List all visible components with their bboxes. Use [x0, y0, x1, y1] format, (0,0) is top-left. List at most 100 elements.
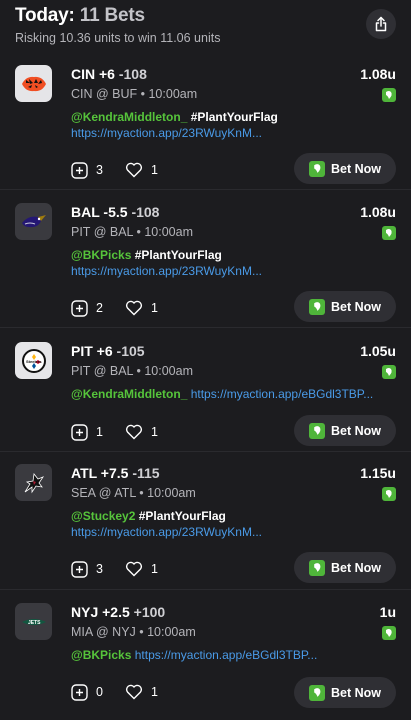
like-count: 1	[150, 163, 158, 177]
hashtag[interactable]: #PlantYourFlag	[191, 110, 278, 124]
like-button[interactable]: 1	[125, 684, 158, 700]
sportsbook-icon	[382, 88, 396, 102]
bet-now-button[interactable]: Bet Now	[294, 552, 396, 583]
odds: -108	[131, 204, 160, 220]
units: 1.08u	[360, 204, 396, 220]
user-mention[interactable]: @Stuckey2	[71, 509, 135, 523]
heart-icon	[125, 684, 142, 700]
bet-count: 11 Bets	[79, 5, 145, 26]
ravens-logo	[15, 203, 52, 240]
add-comment-icon	[71, 299, 88, 317]
comment-button[interactable]: 1	[71, 423, 103, 441]
comment-button[interactable]: 3	[71, 560, 103, 578]
bet-link[interactable]: https://myaction.app/23RWuyKnM...	[71, 126, 262, 140]
add-comment-icon	[71, 161, 88, 179]
bet-actions: 3 1	[71, 161, 180, 179]
bet-now-label: Bet Now	[331, 560, 381, 575]
units: 1u	[379, 604, 396, 620]
pick: CIN +6	[71, 66, 115, 82]
sportsbook-icon	[309, 559, 325, 576]
comment-button[interactable]: 3	[71, 161, 103, 179]
like-count: 1	[150, 685, 158, 699]
steelers-logo: Steelers	[15, 342, 52, 379]
like-button[interactable]: 1	[125, 300, 158, 316]
user-mention[interactable]: @BKPicks	[71, 648, 131, 662]
sportsbook-icon	[382, 626, 396, 640]
bengals-logo	[15, 65, 52, 102]
user-mention[interactable]: @KendraMiddleton_	[71, 110, 187, 124]
bet-card: ATL +7.5 -115 SEA @ ATL • 10:00am 1.15u …	[0, 464, 411, 584]
odds: -115	[132, 465, 160, 481]
pick: ATL +7.5	[71, 465, 129, 481]
bet-link[interactable]: https://myaction.app/23RWuyKnM...	[71, 264, 262, 278]
matchup: SEA @ ATL • 10:00am	[71, 486, 196, 500]
bet-now-label: Bet Now	[331, 161, 381, 176]
share-icon	[375, 16, 387, 32]
pick-line: ATL +7.5 -115	[71, 465, 160, 481]
user-mention[interactable]: @KendraMiddleton_	[71, 387, 187, 401]
units: 1.05u	[360, 343, 396, 359]
comment-count: 0	[96, 685, 103, 699]
user-mention[interactable]: @BKPicks	[71, 248, 131, 262]
heart-icon	[125, 162, 142, 178]
pick: NYJ +2.5	[71, 604, 130, 620]
bet-card: Steelers PIT +6 -105 PIT @ BAL • 10:00am…	[0, 342, 411, 462]
sportsbook-icon	[382, 487, 396, 501]
comment-button[interactable]: 0	[71, 683, 103, 701]
pick-line: BAL -5.5 -108	[71, 204, 159, 220]
bet-note: @BKPicks https://myaction.app/eBGdl3TBP.…	[71, 647, 391, 663]
sportsbook-icon	[309, 160, 325, 177]
bet-now-button[interactable]: Bet Now	[294, 677, 396, 708]
odds: +100	[133, 604, 166, 620]
bet-now-button[interactable]: Bet Now	[294, 415, 396, 446]
bet-link[interactable]: https://myaction.app/eBGdl3TBP...	[135, 648, 318, 662]
heart-icon	[125, 424, 142, 440]
sportsbook-icon	[382, 365, 396, 379]
add-comment-icon	[71, 560, 88, 578]
matchup: PIT @ BAL • 10:00am	[71, 225, 193, 239]
page-title: Today: 11 Bets	[15, 5, 145, 27]
bet-note: @KendraMiddleton_ #PlantYourFlag https:/…	[71, 109, 341, 141]
divider	[0, 451, 411, 452]
bet-card: CIN +6 -108 CIN @ BUF • 10:00am 1.08u @K…	[0, 65, 411, 185]
bet-actions: 0 1	[71, 683, 180, 701]
bet-link[interactable]: https://myaction.app/eBGdl3TBP...	[191, 387, 374, 401]
bet-note: @Stuckey2 #PlantYourFlag https://myactio…	[71, 508, 341, 540]
risk-summary: Risking 10.36 units to win 11.06 units	[15, 31, 221, 45]
divider	[0, 189, 411, 190]
like-button[interactable]: 1	[125, 424, 158, 440]
like-button[interactable]: 1	[125, 162, 158, 178]
add-comment-icon	[71, 683, 88, 701]
bet-actions: 3 1	[71, 560, 180, 578]
pick: PIT +6	[71, 343, 113, 359]
divider	[0, 327, 411, 328]
like-button[interactable]: 1	[125, 561, 158, 577]
sportsbook-icon	[309, 298, 325, 315]
comment-count: 1	[96, 425, 103, 439]
add-comment-icon	[71, 423, 88, 441]
bet-now-button[interactable]: Bet Now	[294, 291, 396, 322]
hashtag[interactable]: #PlantYourFlag	[139, 509, 226, 523]
share-button[interactable]	[366, 9, 396, 39]
comment-count: 3	[96, 163, 103, 177]
jets-logo: JETS	[15, 603, 52, 640]
bet-now-button[interactable]: Bet Now	[294, 153, 396, 184]
bet-link[interactable]: https://myaction.app/23RWuyKnM...	[71, 525, 262, 539]
odds: -105	[116, 343, 145, 359]
hashtag[interactable]: #PlantYourFlag	[135, 248, 222, 262]
svg-text:Steelers: Steelers	[26, 359, 42, 364]
comment-count: 2	[96, 301, 103, 315]
heart-icon	[125, 561, 142, 577]
sportsbook-icon	[382, 226, 396, 240]
like-count: 1	[150, 425, 158, 439]
title-prefix: Today:	[15, 5, 75, 26]
bet-actions: 2 1	[71, 299, 180, 317]
odds: -108	[118, 66, 147, 82]
comment-count: 3	[96, 562, 103, 576]
bet-now-label: Bet Now	[331, 299, 381, 314]
comment-button[interactable]: 2	[71, 299, 103, 317]
bet-now-label: Bet Now	[331, 685, 381, 700]
bet-now-label: Bet Now	[331, 423, 381, 438]
bet-note: @KendraMiddleton_ https://myaction.app/e…	[71, 386, 391, 402]
page-header: Today: 11 Bets Risking 10.36 units to wi…	[0, 0, 411, 58]
